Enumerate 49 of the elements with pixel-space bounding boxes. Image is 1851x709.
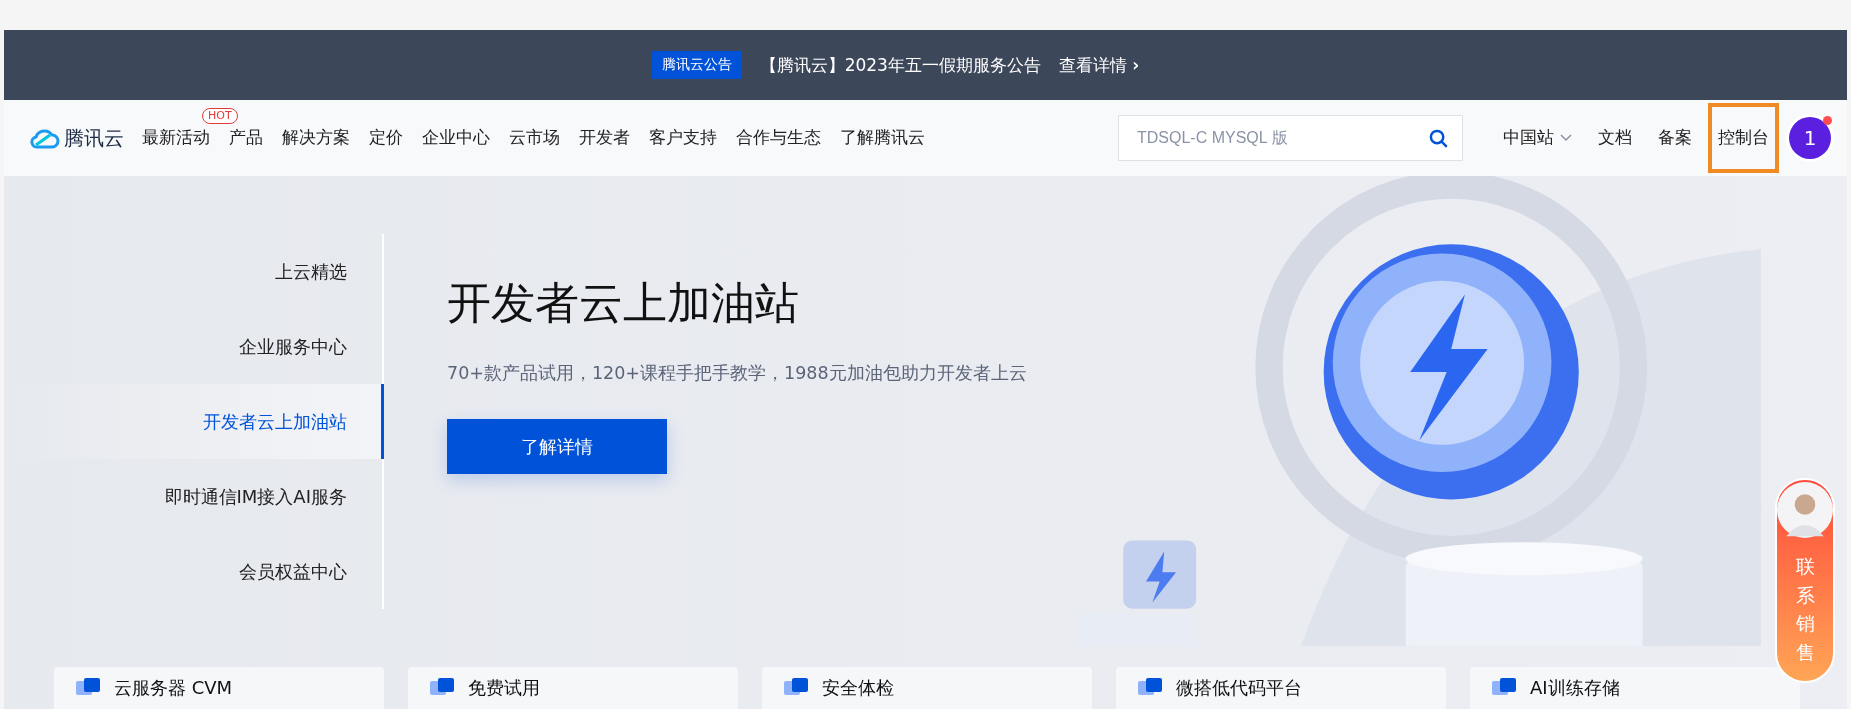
product-card[interactable]: AI训练存储 — [1470, 667, 1800, 709]
hero-subtitle: 70+款产品试用，120+课程手把手教学，1988元加油包助力开发者上云 — [447, 362, 1027, 385]
details-link[interactable]: 查看详情 › — [1058, 53, 1140, 77]
announcement-tag: 腾讯云公告 — [651, 51, 742, 79]
card-title: 安全体检 — [822, 676, 894, 700]
user-avatar[interactable]: 1 — [1789, 117, 1831, 159]
nav-link[interactable]: 产品 — [229, 128, 263, 147]
nav-link[interactable]: 控制台 — [1708, 103, 1779, 173]
product-icon — [76, 678, 100, 698]
chevron-down-icon — [1560, 134, 1572, 142]
nav-link[interactable]: 了解腾讯云 — [840, 128, 925, 147]
sidebar-tab[interactable]: 即时通信IM接入AI服务 — [4, 459, 384, 534]
nav-link[interactable]: 定价 — [369, 128, 403, 147]
agent-avatar-icon — [1777, 482, 1833, 538]
hot-badge: HOT — [202, 108, 238, 124]
brand-name[interactable]: 腾讯云 — [64, 124, 124, 152]
card-title: 云服务器 CVM — [114, 676, 233, 700]
nav-link[interactable]: 企业中心 — [422, 128, 490, 147]
search-icon[interactable] — [1429, 128, 1448, 148]
nav-link[interactable]: 最新活动 — [142, 128, 210, 147]
sidebar-tab[interactable]: 企业服务中心 — [4, 309, 384, 384]
cloud-logo-icon[interactable] — [30, 127, 60, 149]
product-card[interactable]: 免费试用 — [408, 667, 738, 709]
product-card[interactable]: 微搭低代码平台 — [1116, 667, 1446, 709]
card-title: 免费试用 — [468, 676, 540, 700]
product-icon — [1492, 678, 1516, 698]
nav-link[interactable]: 文档 — [1588, 103, 1642, 173]
product-icon — [784, 678, 808, 698]
sidebar-tab[interactable]: 会员权益中心 — [4, 534, 384, 609]
nav-link[interactable]: 解决方案 — [282, 128, 350, 147]
nav-link[interactable]: 开发者 — [579, 128, 630, 147]
nav-link[interactable]: 云市场 — [509, 128, 560, 147]
search-field[interactable]: TDSQL-C MYSQL 版 — [1135, 128, 1429, 148]
card-title: AI训练存储 — [1530, 676, 1620, 700]
nav-link[interactable]: 客户支持 — [649, 128, 717, 147]
search-box[interactable]: TDSQL-C MYSQL 版 — [1118, 115, 1463, 161]
product-icon — [1138, 678, 1162, 698]
learn-more-button[interactable]: 了解详情 — [447, 419, 667, 474]
product-card[interactable]: 云服务器 CVM — [54, 667, 384, 709]
contact-sales-label: 联系销售 — [1795, 554, 1815, 665]
nav-link[interactable]: 合作与生态 — [736, 128, 821, 147]
hero-title: 开发者云上加油站 — [447, 276, 800, 330]
nav-link[interactable]: 备案 — [1648, 103, 1702, 173]
announcement-text: 【腾讯云】2023年五一假期服务公告 — [759, 53, 1041, 77]
product-card[interactable]: 安全体检 — [762, 667, 1092, 709]
sidebar-tab[interactable]: 上云精选 — [4, 234, 384, 309]
card-title: 微搭低代码平台 — [1176, 676, 1302, 700]
site-dropdown[interactable]: 中国站 — [1493, 103, 1582, 173]
product-icon — [430, 678, 454, 698]
